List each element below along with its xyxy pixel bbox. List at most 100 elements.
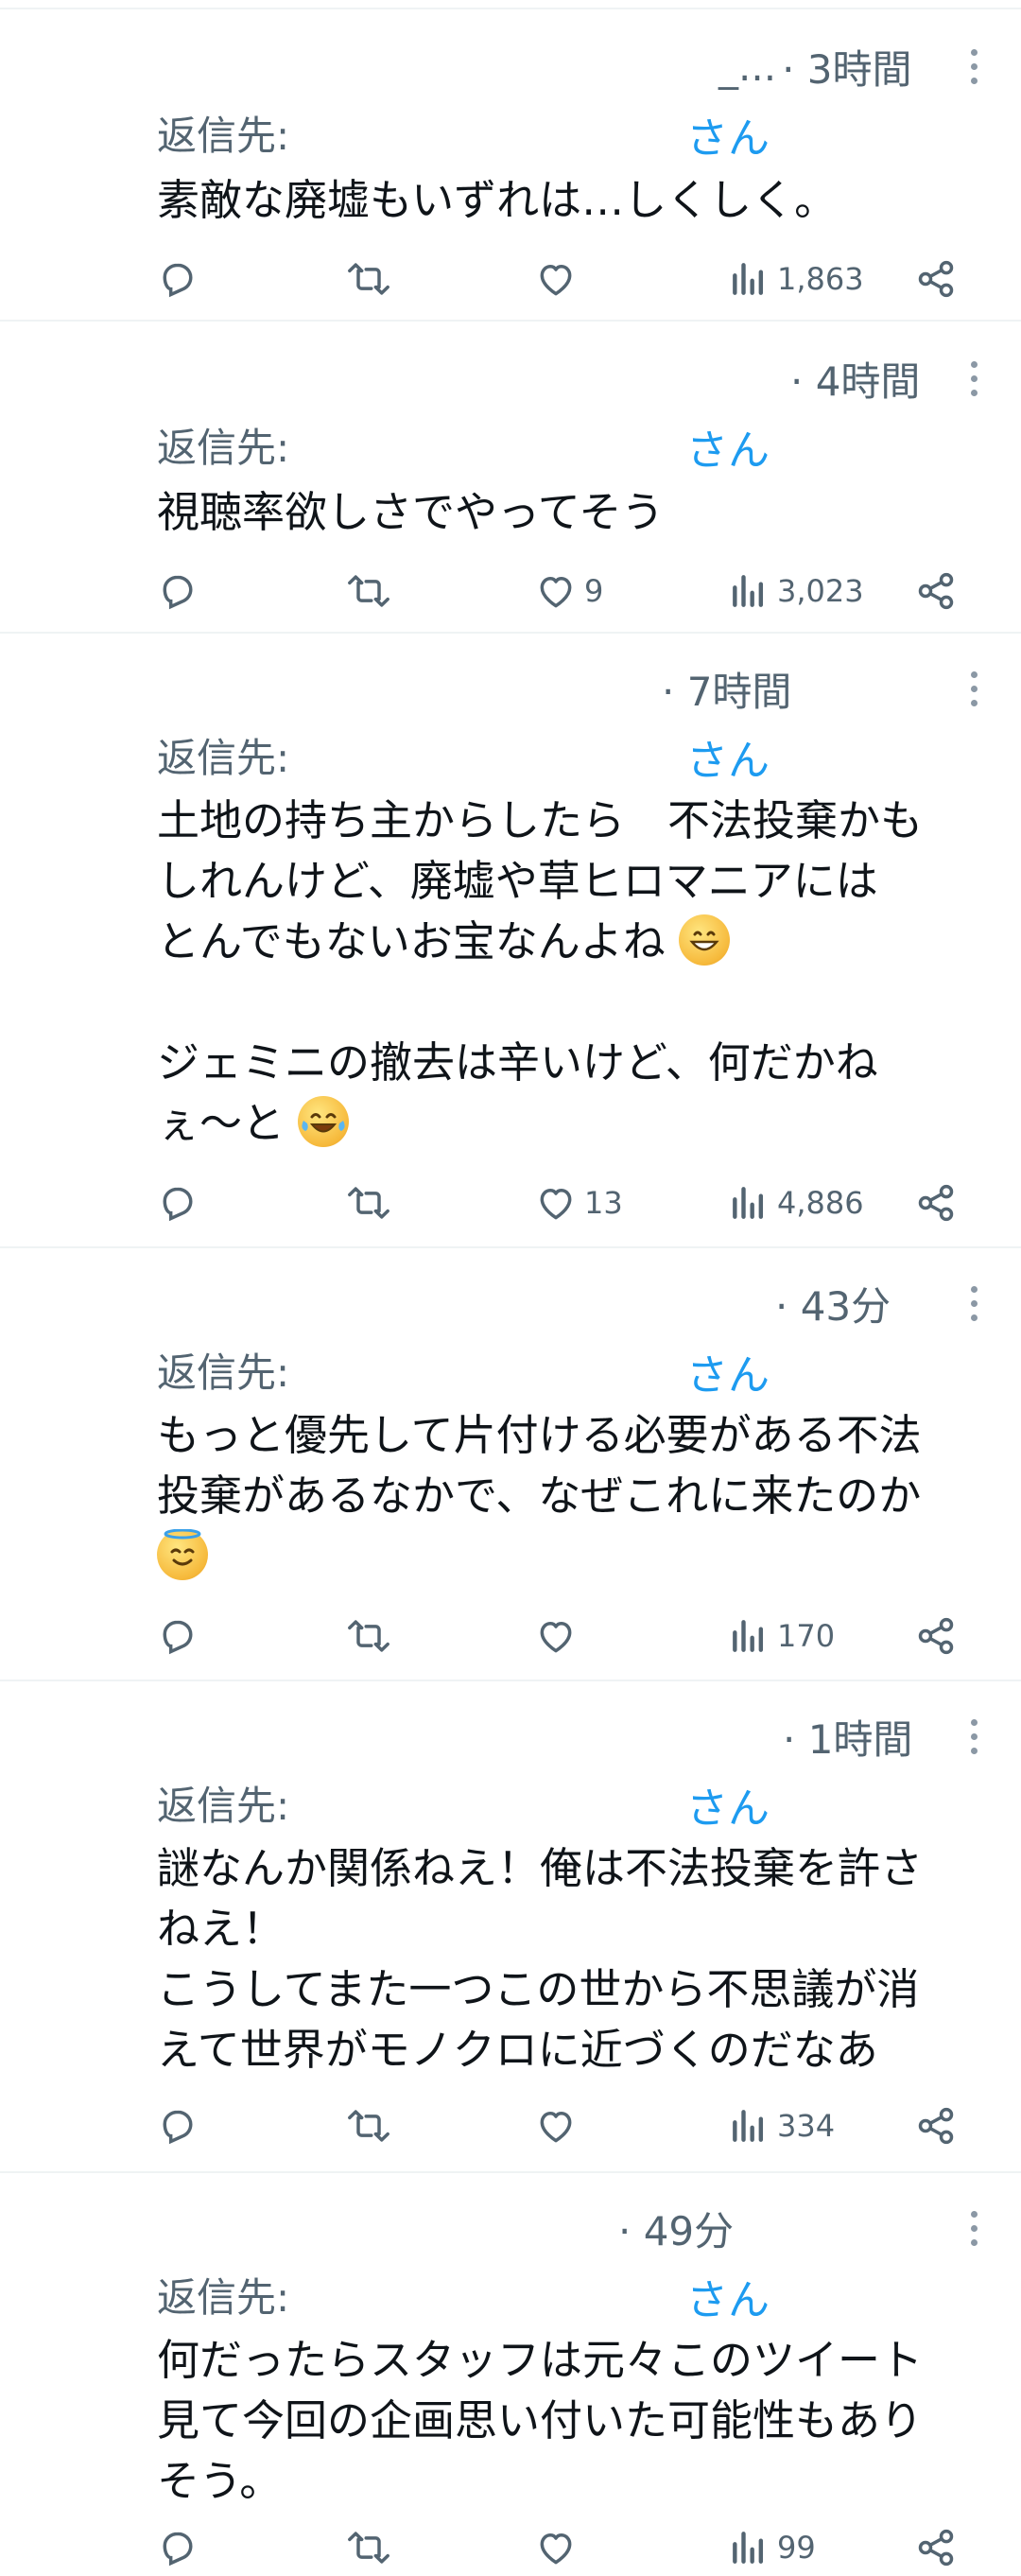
retweet-icon <box>348 1620 389 1652</box>
reply-button[interactable] <box>157 251 199 307</box>
like-button[interactable] <box>535 1608 584 1664</box>
reply-icon <box>163 575 193 610</box>
grinning-face-emoji <box>679 914 731 966</box>
share-icon <box>918 2529 954 2567</box>
timestamp[interactable]: · 7時間 <box>662 660 791 718</box>
share-button[interactable] <box>915 2097 957 2154</box>
reply-to-user[interactable]: さん <box>686 1341 770 1401</box>
like-button[interactable]: 9 <box>535 563 603 619</box>
timestamp[interactable]: · 49分 <box>618 2200 734 2257</box>
tweet-text: 謎なんか関係ねえ！俺は不法投棄を許さ <box>157 1843 924 1893</box>
retweet-icon <box>348 575 389 607</box>
reply-icon <box>163 2532 193 2567</box>
tweet[interactable]: · 43分 返信先: さん もっと優先して片付ける必要がある不法 投棄があるなか… <box>0 1246 1021 1681</box>
reply-to-user[interactable]: さん <box>686 416 770 477</box>
heart-icon <box>540 265 572 296</box>
more-button[interactable] <box>957 40 991 93</box>
share-icon <box>918 260 954 298</box>
tweet-text: とんでもないお宝なんよね <box>157 916 666 966</box>
retweet-button[interactable] <box>348 2519 389 2576</box>
views-button[interactable]: 334 <box>728 2097 835 2154</box>
smiling-face-with-halo-emoji <box>157 1529 208 1580</box>
action-bar: 99 <box>0 2519 1021 2576</box>
retweet-button[interactable] <box>348 2097 389 2154</box>
more-button[interactable] <box>957 1277 991 1330</box>
tweet-meta: · 7時間 <box>656 662 791 715</box>
retweet-icon <box>348 2532 389 2564</box>
retweet-button[interactable] <box>348 563 389 619</box>
timestamp[interactable]: · 43分 <box>775 1275 891 1332</box>
reply-to-user[interactable]: さん <box>686 104 770 165</box>
timestamp[interactable]: · 4時間 <box>790 350 920 408</box>
more-button[interactable] <box>957 2202 991 2254</box>
share-icon <box>918 2107 954 2145</box>
heart-icon <box>540 1622 572 1653</box>
tweet-text: 見て今回の企画思い付いた可能性もあり <box>157 2395 924 2445</box>
tweet[interactable]: · 49分 返信先: さん 何だったらスタッフは元々このツイート 見て今回の企画… <box>0 2171 1021 2575</box>
retweet-button[interactable] <box>348 1608 389 1664</box>
reply-button[interactable] <box>157 563 199 619</box>
action-bar: 170 <box>0 1608 1021 1664</box>
views-icon <box>733 2110 764 2142</box>
tweet-text: 土地の持ち主からしたら 不法投棄かも <box>157 795 924 845</box>
more-button[interactable] <box>957 352 991 405</box>
like-count: 9 <box>584 573 604 609</box>
views-button[interactable]: 99 <box>728 2519 816 2576</box>
tweet-text: ジェミニの撤去は辛いけど、何だかね <box>157 1037 878 1088</box>
reply-label: 返信先: <box>157 2274 290 2321</box>
views-icon <box>733 263 764 295</box>
view-count: 99 <box>777 2530 816 2566</box>
tweet-text: 視聴率欲しさでやってそう <box>157 487 665 537</box>
tweet[interactable]: · 1時間 返信先: さん 謎なんか関係ねえ！俺は不法投棄を許さ ねえ！ こうし… <box>0 1680 1021 2173</box>
share-button[interactable] <box>915 2519 957 2576</box>
reply-to-user[interactable]: さん <box>686 726 770 787</box>
share-button[interactable] <box>915 251 957 307</box>
view-count: 334 <box>777 2108 836 2144</box>
views-button[interactable]: 170 <box>728 1608 835 1664</box>
action-bar: 1,863 <box>0 251 1021 307</box>
timestamp[interactable]: · 1時間 <box>783 1708 912 1766</box>
like-button[interactable] <box>535 2519 584 2576</box>
retweet-button[interactable] <box>348 251 389 307</box>
view-count: 1,863 <box>777 261 864 297</box>
reply-button[interactable] <box>157 2519 199 2576</box>
reply-feed: _... · 3時間 返信先: さん 素敵な廃墟もいずれは…しくしく。 1,86… <box>0 0 1021 2573</box>
reply-button[interactable] <box>157 1608 199 1664</box>
heart-icon <box>540 1189 572 1220</box>
views-icon <box>733 575 764 607</box>
tweet-meta: _... · 3時間 <box>718 40 912 93</box>
share-button[interactable] <box>915 1175 957 1231</box>
tweet[interactable]: · 7時間 返信先: さん 土地の持ち主からしたら 不法投棄かも しれんけど、廃… <box>0 632 1021 1248</box>
retweet-icon <box>348 263 389 295</box>
views-button[interactable]: 4,886 <box>728 1175 864 1231</box>
timestamp[interactable]: · 3時間 <box>782 38 911 96</box>
heart-icon <box>540 2533 572 2565</box>
tweet-meta: · 49分 <box>613 2202 734 2254</box>
heart-icon <box>540 2112 572 2143</box>
reply-label: 返信先: <box>157 1783 290 1829</box>
reply-button[interactable] <box>157 1175 199 1231</box>
tweet-text: えて世界がモノクロに近づくのだなあ <box>157 2025 878 2075</box>
retweet-button[interactable] <box>348 1175 389 1231</box>
views-button[interactable]: 1,863 <box>728 251 864 307</box>
views-icon <box>733 2532 764 2564</box>
like-button[interactable]: 13 <box>535 1175 623 1231</box>
reply-label: 返信先: <box>157 1349 290 1396</box>
author-handle[interactable]: _... <box>718 44 776 90</box>
tweet-text-line: とんでもないお宝なんよね <box>157 912 731 972</box>
more-button[interactable] <box>957 1710 991 1763</box>
action-bar: 334 <box>0 2097 1021 2154</box>
tweet-text: そう。 <box>157 2456 283 2506</box>
more-button[interactable] <box>957 662 991 715</box>
views-button[interactable]: 3,023 <box>728 563 864 619</box>
reply-button[interactable] <box>157 2097 199 2154</box>
share-button[interactable] <box>915 563 957 619</box>
reply-to-user[interactable]: さん <box>686 2266 770 2326</box>
like-button[interactable] <box>535 251 584 307</box>
like-button[interactable] <box>535 2097 584 2154</box>
tweet-text: 素敵な廃墟もいずれは…しくしく。 <box>157 175 838 225</box>
reply-to-user[interactable]: さん <box>686 1774 770 1835</box>
tweet[interactable]: · 4時間 返信先: さん 視聴率欲しさでやってそう 9 3,023 <box>0 320 1021 634</box>
share-button[interactable] <box>915 1608 957 1664</box>
tweet[interactable]: _... · 3時間 返信先: さん 素敵な廃墟もいずれは…しくしく。 1,86… <box>0 8 1021 322</box>
